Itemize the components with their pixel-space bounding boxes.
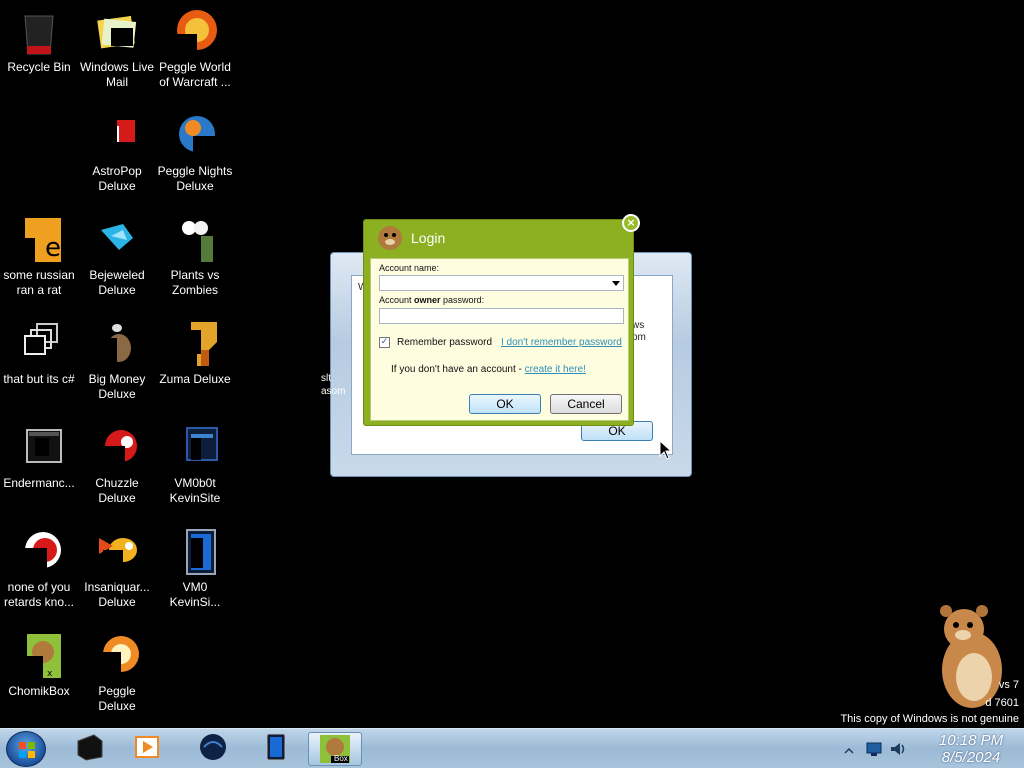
taskbar-item-media-player[interactable] [120, 732, 174, 766]
forgot-password-link[interactable]: I don't remember password [501, 337, 622, 348]
none-of-you-icon [15, 528, 63, 576]
peggle-wow-icon [171, 8, 219, 56]
windows-live-mail-icon [93, 8, 141, 56]
desktop-icon-vmbot[interactable]: VM0b0t KevinSite [156, 424, 234, 506]
desktop-icon-peggle-nights[interactable]: Peggle Nights Deluxe [156, 112, 234, 194]
password-input[interactable] [379, 308, 624, 324]
desktop-icon-none-of-you[interactable]: none of you retards kno... [0, 528, 78, 610]
desktop-icon-folder-stack[interactable]: that but its c# [0, 320, 78, 387]
desktop-icon-vm0[interactable]: VM0 KevinSi... [156, 528, 234, 610]
mouse-cursor-icon [659, 439, 673, 464]
no-account-text: If you don't have an account - create it… [391, 364, 586, 375]
plants-vs-zombies-icon [171, 216, 219, 264]
dark-sphere-app-icon [198, 733, 228, 765]
watermark-genuine-notice: This copy of Windows is not genuine [840, 713, 1019, 725]
account-name-combobox[interactable] [379, 275, 624, 291]
login-dialog: Login × Account name: Account owner pass… [363, 214, 640, 426]
chomikbox-icon: x [15, 632, 63, 680]
watermark-line: d 7601 [985, 697, 1019, 709]
desktop-icon-bejeweled[interactable]: Bejeweled Deluxe [78, 216, 156, 298]
close-icon[interactable]: × [622, 214, 640, 232]
taskbar: Box 10:18 PM 8/5/2024 [0, 728, 1024, 768]
show-hidden-icons-icon[interactable] [843, 742, 855, 761]
desktop-icon-endermanc[interactable]: Endermanc... [0, 424, 78, 491]
ok-button[interactable]: OK [469, 394, 541, 414]
clock-time: 10:18 PM [938, 732, 1004, 749]
desktop-icon-zuma[interactable]: Zuma Deluxe [156, 320, 234, 387]
blue-device-app-icon [260, 733, 290, 765]
background-window-fragment: om [632, 332, 646, 343]
network-icon[interactable] [865, 741, 883, 761]
windows-start-icon[interactable] [6, 731, 46, 767]
chomikbox-taskbar-label: Box [334, 754, 348, 763]
chevron-down-icon[interactable] [612, 281, 620, 286]
desktop-icon-chomikbox[interactable]: x ChomikBox [0, 632, 78, 699]
taskbar-clock[interactable]: 10:18 PM 8/5/2024 [925, 732, 1017, 766]
background-window-fragment: asom [321, 386, 346, 397]
endermanc-icon [15, 424, 63, 472]
clock-date: 8/5/2024 [941, 749, 1001, 766]
desktop-icon-astropop[interactable]: AstroPop Deluxe [78, 112, 156, 194]
peggle-deluxe-icon [93, 632, 141, 680]
watermark-line: vs 7 [998, 679, 1019, 691]
desktop-icon-insaniquarium[interactable]: Insaniquar... Deluxe [78, 528, 156, 610]
taskbar-item-blue-device[interactable] [248, 732, 302, 766]
remember-password-checkbox[interactable]: ✓ [379, 337, 390, 348]
desktop-icon-peggle-wow[interactable]: Peggle World of Warcraft ... [156, 8, 234, 90]
hamster-mascot [930, 605, 1010, 710]
volume-icon[interactable] [889, 741, 907, 761]
chomikbox-logo-icon [376, 224, 404, 252]
desktop-icon-chuzzle[interactable]: Chuzzle Deluxe [78, 424, 156, 506]
taskbar-item-black-box[interactable] [62, 732, 116, 766]
vmbot-icon [171, 424, 219, 472]
russian-rat-icon: e [15, 216, 63, 264]
astropop-icon [93, 112, 141, 160]
cancel-button[interactable]: Cancel [550, 394, 622, 414]
chuzzle-icon [93, 424, 141, 472]
folder-stack-icon [15, 320, 63, 368]
peggle-nights-icon [171, 112, 219, 160]
remember-password-label: Remember password [397, 337, 493, 348]
desktop-icon-big-money[interactable]: Big Money Deluxe [78, 320, 156, 402]
create-account-link[interactable]: create it here! [525, 364, 586, 375]
insaniquarium-icon [93, 528, 141, 576]
svg-text:x: x [47, 669, 53, 679]
recycle-bin-icon [15, 8, 63, 56]
zuma-icon [171, 320, 219, 368]
login-body: Account name: Account owner password: ✓ … [370, 258, 629, 421]
black-box-app-icon [74, 733, 104, 765]
big-money-icon [93, 320, 141, 368]
svg-text:e: e [45, 233, 61, 263]
media-player-icon [132, 733, 162, 765]
chomikbox-taskbar-icon: Box [318, 734, 352, 764]
password-label: Account owner password: [379, 295, 485, 305]
desktop-icon-recycle-bin[interactable]: Recycle Bin [0, 8, 78, 75]
background-window-fragment: slt [321, 373, 331, 384]
taskbar-item-dark-sphere[interactable] [186, 732, 240, 766]
desktop-icon-windows-live-mail[interactable]: Windows Live Mail [78, 8, 156, 90]
desktop-icon-russian-rat[interactable]: e some russian ran a rat [0, 216, 78, 298]
desktop-icon-plants-vs-zombies[interactable]: Plants vs Zombies [156, 216, 234, 298]
account-name-label: Account name: [379, 263, 440, 273]
desktop-icon-peggle-deluxe[interactable]: Peggle Deluxe [78, 632, 156, 714]
bejeweled-icon [93, 216, 141, 264]
taskbar-item-chomikbox[interactable]: Box [308, 732, 362, 766]
login-title: Login [411, 230, 446, 246]
system-tray [843, 739, 923, 759]
vm0-icon [171, 528, 219, 576]
